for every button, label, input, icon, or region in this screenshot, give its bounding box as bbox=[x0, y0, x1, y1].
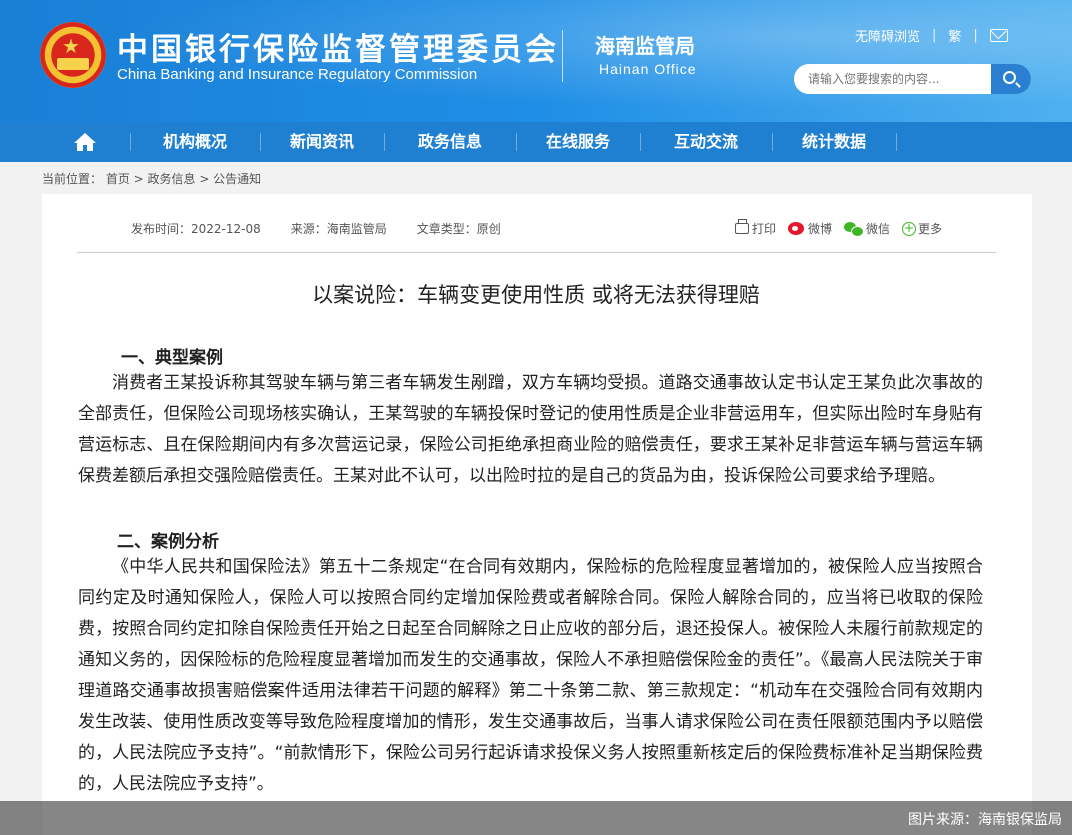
publish-date: 发布时间：2022-12-08 bbox=[131, 222, 261, 236]
national-emblem-icon: ★ bbox=[40, 22, 106, 88]
wechat-share-button[interactable]: 微信 bbox=[844, 220, 890, 237]
office-name-en: Hainan Office bbox=[599, 61, 697, 77]
print-label: 打印 bbox=[752, 222, 777, 236]
link-divider: | bbox=[973, 28, 978, 43]
accessibility-link[interactable]: 无障碍浏览 bbox=[855, 26, 920, 45]
plus-icon: + bbox=[902, 220, 917, 236]
traditional-chinese-link[interactable]: 繁 bbox=[948, 26, 961, 45]
breadcrumb[interactable]: 当前位置： 首页 > 政务信息 > 公告通知 bbox=[42, 170, 261, 187]
mail-icon[interactable] bbox=[989, 29, 1008, 42]
org-name-en: China Banking and Insurance Regulatory C… bbox=[117, 66, 478, 83]
more-share-button[interactable]: + 更多 bbox=[902, 220, 942, 237]
divider bbox=[77, 252, 996, 253]
search-input[interactable] bbox=[794, 64, 991, 94]
top-links: 无障碍浏览 | 繁 | bbox=[855, 26, 1008, 45]
weibo-share-button[interactable]: 微博 bbox=[788, 220, 832, 237]
section-heading-analysis: 二、案例分析 bbox=[117, 532, 219, 552]
section-heading-case: 一、典型案例 bbox=[121, 348, 223, 368]
site-header: ★ 中国银行保险监督管理委员会 China Banking and Insura… bbox=[0, 0, 1072, 122]
office-name-cn[interactable]: 海南监管局 bbox=[595, 30, 695, 59]
nav-item-news[interactable]: 新闻资讯 bbox=[260, 122, 384, 162]
search-button[interactable] bbox=[991, 64, 1031, 94]
nav-divider bbox=[896, 133, 897, 151]
nav-item-government-info[interactable]: 政务信息 bbox=[384, 122, 516, 162]
image-caption-bar: 图片来源：海南银保监局 bbox=[0, 801, 1072, 835]
weibo-label: 微博 bbox=[808, 222, 833, 236]
org-name-cn[interactable]: 中国银行保险监督管理委员会 bbox=[117, 24, 559, 69]
main-nav: 机构概况 新闻资讯 政务信息 在线服务 互动交流 统计数据 bbox=[0, 122, 1072, 162]
wechat-label: 微信 bbox=[866, 222, 891, 236]
nav-item-online-service[interactable]: 在线服务 bbox=[516, 122, 640, 162]
gate-icon bbox=[57, 58, 89, 70]
article-paragraph: 《中华人民共和国保险法》第五十二条规定“在合同有效期内，保险标的危险程度显著增加… bbox=[78, 557, 983, 794]
wechat-icon bbox=[844, 222, 865, 237]
header-divider bbox=[562, 30, 563, 82]
article-paragraph: 消费者王某投诉称其驾驶车辆与第三者车辆发生剐蹭，双方车辆均受损。道路交通事故认定… bbox=[78, 373, 983, 486]
nav-item-interaction[interactable]: 互动交流 bbox=[640, 122, 772, 162]
article-meta: 发布时间：2022-12-08 来源：海南监管局 文章类型：原创 bbox=[131, 220, 501, 237]
search-icon bbox=[1003, 71, 1016, 84]
star-icon: ★ bbox=[62, 34, 80, 58]
share-bar: 打印 微博 微信 + 更多 bbox=[735, 219, 954, 237]
link-divider: | bbox=[932, 28, 937, 43]
home-icon[interactable] bbox=[73, 132, 97, 152]
article-title: 以案说险：车辆变更使用性质 或将无法获得理赔 bbox=[312, 283, 760, 307]
nav-item-about[interactable]: 机构概况 bbox=[130, 122, 260, 162]
print-button[interactable]: 打印 bbox=[735, 219, 777, 237]
nav-item-statistics[interactable]: 统计数据 bbox=[772, 122, 896, 162]
more-label: 更多 bbox=[918, 222, 943, 236]
search-box bbox=[794, 64, 1031, 94]
image-caption: 图片来源：海南银保监局 bbox=[908, 812, 1062, 828]
weibo-icon bbox=[788, 222, 805, 235]
printer-icon bbox=[735, 219, 749, 234]
article-type: 文章类型：原创 bbox=[416, 222, 501, 236]
article-source: 来源：海南监管局 bbox=[290, 222, 387, 236]
